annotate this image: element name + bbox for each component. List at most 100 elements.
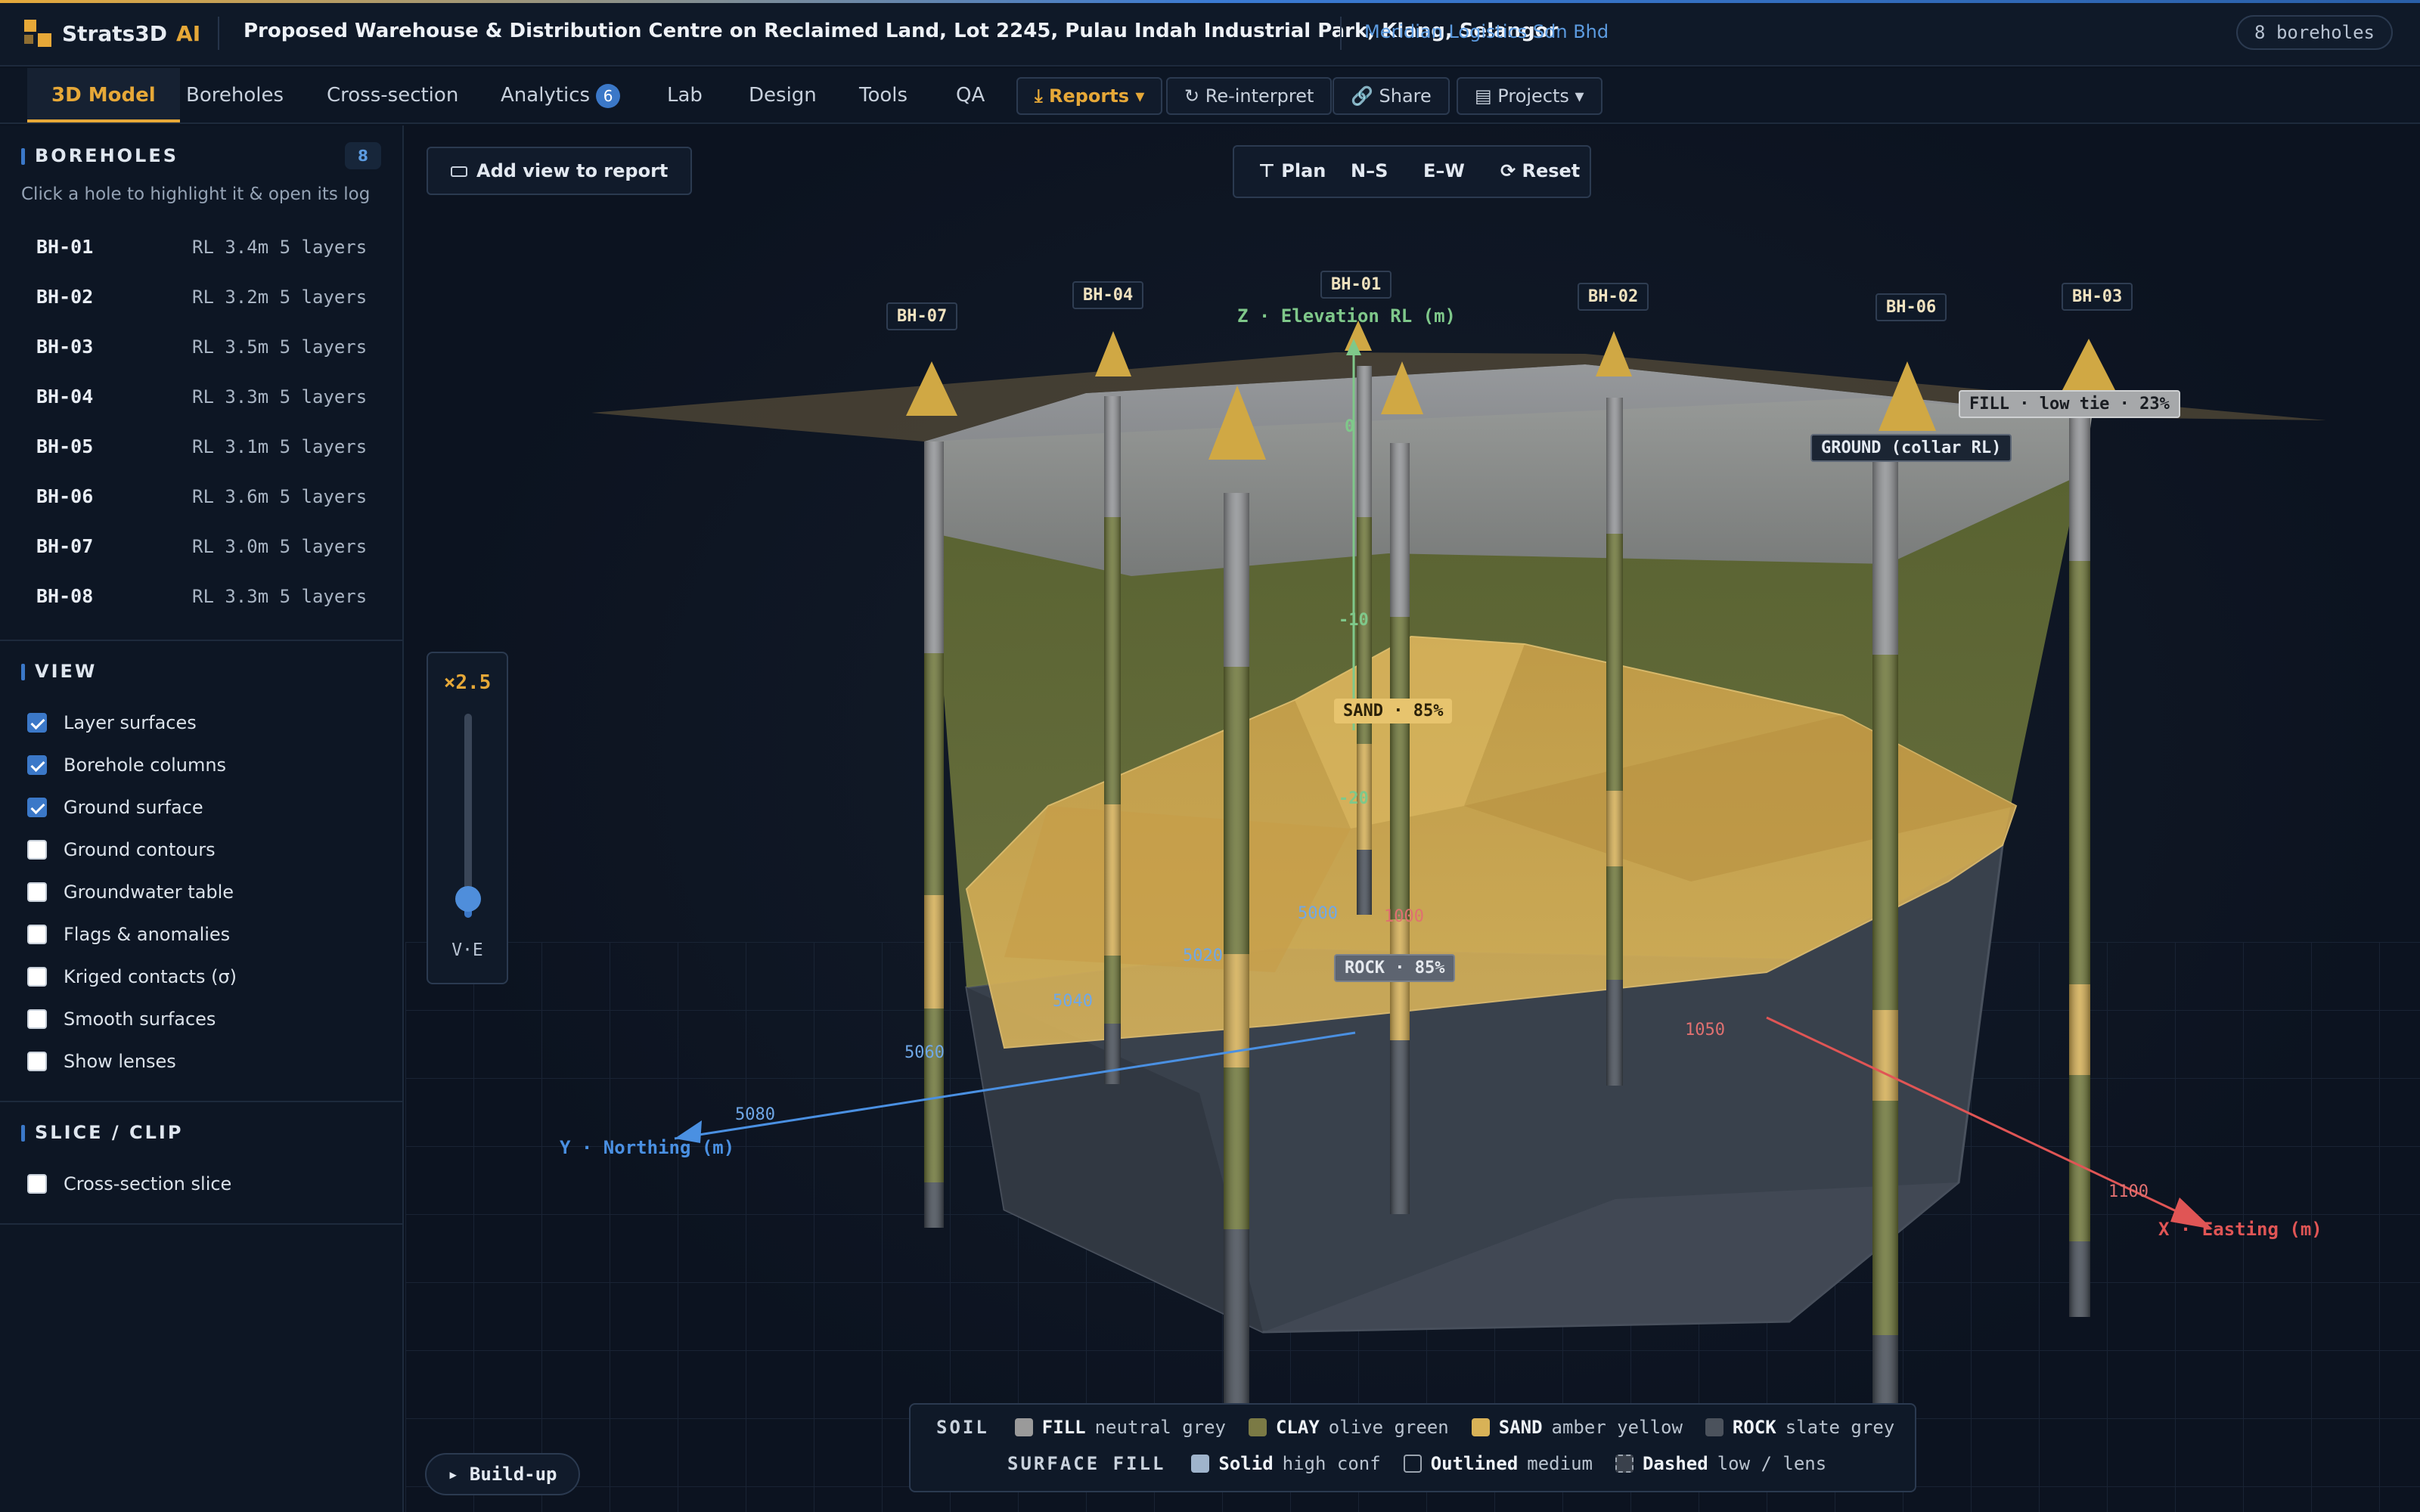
checkbox[interactable] [27, 882, 47, 902]
option-flags-anomalies[interactable]: Flags & anomalies [27, 918, 230, 951]
slice-section-title: SLICE / CLIP [21, 1122, 183, 1143]
checkbox[interactable] [27, 1052, 47, 1071]
tab-lab[interactable]: Lab [643, 68, 727, 122]
borehole-row-bh-06[interactable]: BH-06 RL 3.6m 5 layers [23, 475, 381, 519]
logo-icon [24, 20, 51, 47]
option-label: Ground contours [64, 839, 216, 860]
borehole-id: BH-06 [36, 485, 94, 507]
borehole-row-bh-05[interactable]: BH-05 RL 3.1m 5 layers [23, 425, 381, 469]
bh-label-bh-06[interactable]: BH-06 [1876, 293, 1947, 321]
borehole-meta: RL 3.2m 5 layers [192, 287, 368, 308]
option-ground-contours[interactable]: Ground contours [27, 833, 216, 866]
boreholes-section-title: BOREHOLES [21, 145, 178, 166]
tab-label: 3D Model [51, 84, 156, 107]
x-tick: 1050 [1685, 1021, 1725, 1040]
borehole-row-bh-07[interactable]: BH-07 RL 3.0m 5 layers [23, 525, 381, 569]
legend-item-dashed: Dashed low / lens [1615, 1453, 1826, 1474]
add-view-to-report-button[interactable]: Add view to report [427, 147, 693, 195]
build-up-button[interactable]: ▸ Build-up [425, 1453, 580, 1495]
vertical-exaggeration-panel: ×2.5 V·E [427, 652, 508, 984]
view-presets-toolbar: ⊤ Plan N–S E–W ⟳ Reset [1233, 145, 1591, 198]
ve-slider-handle[interactable] [455, 886, 481, 912]
soil-legend: SOIL FILL neutral grey CLAY olive green SA… [909, 1403, 1916, 1492]
tab-label: Lab [667, 84, 703, 107]
reports-dropdown-button[interactable]: ⤓ Reports ▾ [1016, 77, 1163, 115]
option-show-lenses[interactable]: Show lenses [27, 1045, 176, 1078]
y-axis-label: Y · Northing (m) [560, 1137, 735, 1158]
app-brand-ai: AI [176, 20, 201, 46]
y-tick: 5000 [1298, 904, 1338, 923]
borehole-row-bh-08[interactable]: BH-08 RL 3.3m 5 layers [23, 575, 381, 618]
legend-item-solid: Solid high conf [1191, 1453, 1381, 1474]
app-logo[interactable]: Strats3D AI [24, 20, 200, 47]
clay-swatch [1248, 1418, 1267, 1436]
checkbox[interactable] [27, 713, 47, 733]
checkbox[interactable] [27, 755, 47, 775]
tab-cross-section[interactable]: Cross-section [302, 68, 482, 122]
rock-swatch [1705, 1418, 1723, 1436]
borehole-column-bh-05 [1224, 493, 1249, 1464]
borehole-meta: RL 3.5m 5 layers [192, 336, 368, 358]
option-layer-surfaces[interactable]: Layer surfaces [27, 706, 197, 739]
tab-analytics[interactable]: Analytics 6 [476, 68, 644, 122]
option-cross-section-slice[interactable]: Cross-section slice [27, 1167, 231, 1201]
bh-label-bh-02[interactable]: BH-02 [1578, 283, 1649, 311]
checkbox[interactable] [27, 840, 47, 860]
y-tick: 5020 [1183, 947, 1223, 965]
option-groundwater-table[interactable]: Groundwater table [27, 875, 234, 909]
projects-dropdown-button[interactable]: ▤ Projects ▾ [1457, 77, 1602, 115]
collar-cone-bh-04 [1095, 331, 1131, 376]
app-brand: Strats3D [62, 20, 168, 46]
3d-scene[interactable] [405, 125, 2420, 1512]
ew-view-button[interactable]: E–W [1423, 160, 1465, 181]
outlined-swatch [1403, 1455, 1422, 1473]
legend-fill-title: SURFACE FILL [1007, 1453, 1166, 1474]
tab-3d-model[interactable]: 3D Model [27, 68, 180, 122]
borehole-row-bh-02[interactable]: BH-02 RL 3.2m 5 layers [23, 275, 381, 319]
tab-boreholes[interactable]: Boreholes [162, 68, 308, 122]
option-kriged-contacts[interactable]: Kriged contacts (σ) [27, 960, 237, 993]
checkbox[interactable] [27, 925, 47, 944]
z-tick: -10 [1339, 611, 1369, 630]
divider [0, 640, 402, 641]
x-tick: 1000 [1384, 907, 1424, 926]
ve-value: ×2.5 [443, 671, 492, 694]
legend-surface-fill-row: SURFACE FILL Solid high conf Outlined medi… [1007, 1453, 1849, 1474]
plan-view-button[interactable]: ⊤ Plan [1258, 160, 1326, 181]
ns-view-button[interactable]: N–S [1351, 160, 1388, 181]
borehole-row-bh-01[interactable]: BH-01 RL 3.4m 5 layers [23, 225, 381, 269]
checkbox[interactable] [27, 1009, 47, 1029]
bh-label-bh-07[interactable]: BH-07 [886, 302, 958, 330]
borehole-column-bh-03 [2069, 417, 2090, 1317]
share-button[interactable]: 🔗 Share [1333, 77, 1450, 115]
option-borehole-columns[interactable]: Borehole columns [27, 748, 226, 782]
boreholes-hint: Click a hole to highlight it & open its … [21, 184, 371, 204]
borehole-row-bh-04[interactable]: BH-04 RL 3.3m 5 layers [23, 375, 381, 419]
borehole-row-bh-03[interactable]: BH-03 RL 3.5m 5 layers [23, 325, 381, 369]
bh-label-bh-01[interactable]: BH-01 [1320, 271, 1392, 299]
option-label: Groundwater table [64, 881, 234, 903]
bh-label-bh-03[interactable]: BH-03 [2062, 283, 2133, 311]
client-link[interactable]: Meridian Logistics Sdn Bhd [1364, 21, 1609, 42]
tab-tools[interactable]: Tools [835, 68, 932, 122]
tab-design[interactable]: Design [724, 68, 841, 122]
z-axis-label: Z · Elevation RL (m) [1237, 305, 1456, 327]
button-label: Add view to report [476, 160, 669, 181]
option-smooth-surfaces[interactable]: Smooth surfaces [27, 1002, 216, 1036]
3d-viewport[interactable]: Z · Elevation RL (m) 0 -10 -20 Y · North… [405, 125, 2420, 1512]
borehole-column-bh-08 [1390, 443, 1410, 1214]
reset-view-button[interactable]: ⟳ Reset [1500, 160, 1580, 181]
reinterpret-button[interactable]: ↻ Re-interpret [1166, 77, 1333, 115]
borehole-id: BH-01 [36, 236, 94, 258]
bh-label-bh-04[interactable]: BH-04 [1072, 281, 1144, 309]
tab-label: Boreholes [186, 84, 284, 107]
checkbox[interactable] [27, 1174, 47, 1194]
x-tick: 1100 [2108, 1182, 2149, 1201]
tab-qa[interactable]: QA [932, 68, 1009, 122]
option-ground-surface[interactable]: Ground surface [27, 791, 203, 824]
borehole-id: BH-08 [36, 585, 94, 607]
top-bar: Strats3D AI Proposed Warehouse & Distrib… [0, 0, 2420, 67]
borehole-column-bh-02 [1606, 398, 1623, 1086]
checkbox[interactable] [27, 798, 47, 817]
checkbox[interactable] [27, 967, 47, 987]
